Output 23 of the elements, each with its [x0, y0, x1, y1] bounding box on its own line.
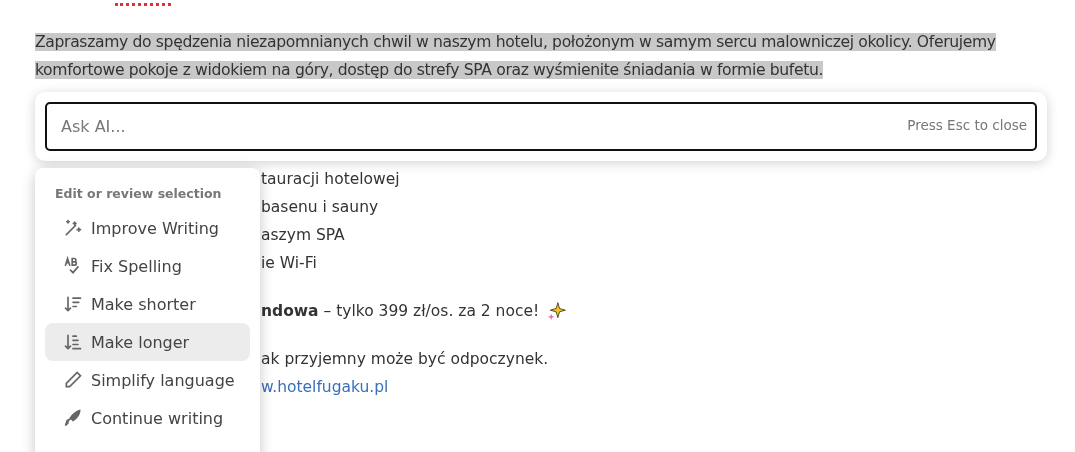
magic-wand-icon [63, 218, 83, 238]
pen-icon [63, 408, 83, 428]
sort-down-icon [63, 332, 83, 352]
menu-heading: Edit or review selection [54, 185, 223, 203]
website-link[interactable]: w.hotelfugaku.pl [261, 373, 389, 401]
menu-item[interactable]: Continue writing [45, 399, 250, 437]
body-text: aszym SPA [261, 225, 345, 246]
body-text: basenu i sauny [261, 197, 379, 218]
body-text: ie Wi-Fi [261, 253, 317, 274]
pencil-icon [63, 370, 83, 390]
close-hint: Press Esc to close [907, 117, 1027, 133]
menu-item[interactable]: Simplify language [45, 361, 250, 399]
selected-paragraph: Zapraszamy do spędzenia niezapomnianych chwil w naszym hotelu, położonym w samym sercu malowniczej okolicy. Oferujemy komfortowe pokoje z widokiem na góry, dostęp do strefy SPA oraz wyśmienite śniadania w formie bufetu. [35, 32, 997, 81]
sparkles-icon [547, 301, 568, 321]
menu-item[interactable]: Fix Spelling [45, 247, 250, 285]
sort-down-icon [63, 294, 83, 314]
offer-text: ndowa – tylko 399 zł/os. za 2 noce! [261, 301, 540, 322]
menu-item[interactable]: Make shorter [45, 285, 250, 323]
menu-item[interactable]: Make longer [45, 323, 250, 361]
body-text: tauracji hotelowej [261, 169, 400, 190]
spellcheck-underline [115, 0, 171, 6]
menu-item[interactable]: Improve Writing [45, 209, 250, 247]
body-text: ak przyjemny może być odpoczynek. [261, 349, 549, 370]
